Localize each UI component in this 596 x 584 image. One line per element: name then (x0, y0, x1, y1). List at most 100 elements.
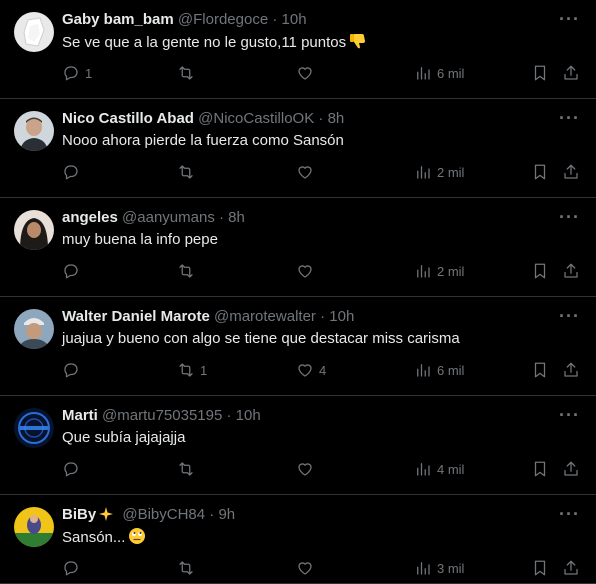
tweet[interactable]: Walter Daniel Marote @marotewalter · 10h… (0, 297, 596, 396)
share-icon (564, 560, 578, 575)
like-button[interactable]: 4 (296, 359, 326, 381)
tweet-time[interactable]: 10h (236, 407, 261, 424)
retweet-button[interactable] (177, 458, 200, 480)
separator-dot: · (226, 407, 232, 424)
views-count: 4 mil (437, 461, 465, 477)
like-button[interactable] (296, 62, 319, 84)
tweet-time[interactable]: 9h (218, 506, 235, 523)
tweet[interactable]: Gaby bam_bam @Flordegoce · 10h ··· Se ve… (0, 0, 596, 99)
bookmark-button[interactable] (531, 557, 549, 579)
tweet[interactable]: Nico Castillo Abad @NicoCastilloOK · 8h … (0, 99, 596, 198)
share-button[interactable] (562, 359, 580, 381)
share-button[interactable] (562, 161, 580, 183)
user-name[interactable]: Walter Daniel Marote (62, 308, 210, 325)
reply-button[interactable] (62, 161, 85, 183)
avatar[interactable] (14, 111, 54, 151)
share-button[interactable] (562, 557, 580, 579)
separator-dot: · (209, 506, 215, 523)
avatar[interactable] (14, 12, 54, 52)
tweet-text-content: Sansón... (62, 529, 126, 546)
more-icon[interactable]: ··· (559, 405, 580, 426)
bookmark-button[interactable] (531, 161, 549, 183)
share-button[interactable] (562, 260, 580, 282)
views-button[interactable]: 6 mil (414, 62, 464, 84)
user-name[interactable]: Marti (62, 407, 98, 424)
more-icon[interactable]: ··· (559, 9, 580, 30)
bookmark-button[interactable] (531, 62, 549, 84)
avatar[interactable] (14, 210, 54, 250)
retweet-button[interactable]: 1 (177, 359, 207, 381)
retweet-button[interactable] (177, 260, 200, 282)
share-icon (564, 461, 578, 476)
user-handle[interactable]: @martu75035195 (102, 407, 222, 424)
share-button[interactable] (562, 458, 580, 480)
user-name[interactable]: angeles (62, 209, 118, 226)
bookmark-button[interactable] (531, 359, 549, 381)
like-button[interactable] (296, 161, 319, 183)
reply-button[interactable] (62, 557, 85, 579)
user-name[interactable]: BiBy (62, 506, 96, 523)
reply-button[interactable]: 1 (62, 62, 92, 84)
bookmark-button[interactable] (531, 458, 549, 480)
tweet-time[interactable]: 8h (228, 209, 245, 226)
tweet-time[interactable]: 8h (328, 110, 345, 127)
retweet-icon (179, 66, 193, 80)
views-button[interactable]: 3 mil (414, 557, 464, 579)
user-handle[interactable]: @marotewalter (214, 308, 316, 325)
retweet-button[interactable] (177, 62, 200, 84)
retweet-button[interactable] (177, 557, 200, 579)
user-handle[interactable]: @Flordegoce (178, 11, 268, 28)
separator-dot: · (320, 308, 326, 325)
views-icon (417, 67, 430, 80)
share-button[interactable] (562, 62, 580, 84)
retweet-button[interactable] (177, 161, 200, 183)
user-handle[interactable]: @NicoCastilloOK (198, 110, 314, 127)
tweet-text: Sansón... (62, 527, 146, 551)
tweet-time[interactable]: 10h (282, 11, 307, 28)
tweet[interactable]: angeles @aanyumans · 8h ··· muy buena la… (0, 198, 596, 297)
tweet[interactable]: BiBy @BibyCH84 · 9h ··· Sansón... 3 mil (0, 495, 596, 584)
views-button[interactable]: 6 mil (414, 359, 464, 381)
views-icon (417, 364, 430, 377)
tweet-actions: 2 mil (0, 260, 596, 282)
tweet-time[interactable]: 10h (329, 308, 354, 325)
more-icon[interactable]: ··· (559, 504, 580, 525)
more-icon[interactable]: ··· (559, 306, 580, 327)
reply-button[interactable] (62, 458, 85, 480)
avatar[interactable] (14, 309, 54, 349)
views-button[interactable]: 2 mil (414, 161, 464, 183)
user-handle[interactable]: @BibyCH84 (122, 506, 205, 523)
tweet-header: Walter Daniel Marote @marotewalter · 10h (62, 308, 354, 326)
share-icon (564, 65, 578, 80)
bookmark-icon (534, 560, 546, 576)
like-count: 4 (319, 362, 327, 378)
avatar[interactable] (14, 408, 54, 448)
reply-button[interactable] (62, 359, 85, 381)
like-button[interactable] (296, 557, 319, 579)
separator-dot: · (318, 110, 324, 127)
more-icon[interactable]: ··· (559, 207, 580, 228)
bookmark-button[interactable] (531, 260, 549, 282)
user-handle[interactable]: @aanyumans (122, 209, 215, 226)
separator-dot: · (272, 11, 278, 28)
tweet-actions: 1 6 mil (0, 62, 596, 84)
user-name[interactable]: Nico Castillo Abad (62, 110, 194, 127)
like-button[interactable] (296, 260, 319, 282)
tweet-text: Se ve que a la gente no le gusto,11 punt… (62, 32, 367, 56)
like-button[interactable] (296, 458, 319, 480)
avatar[interactable] (14, 507, 54, 547)
retweet-icon (179, 264, 193, 278)
more-icon[interactable]: ··· (559, 108, 580, 129)
views-button[interactable]: 2 mil (414, 260, 464, 282)
tweet[interactable]: Marti @martu75035195 · 10h ··· Que subía… (0, 396, 596, 495)
user-name[interactable]: Gaby bam_bam (62, 11, 174, 28)
views-button[interactable]: 4 mil (414, 458, 464, 480)
retweet-icon (179, 363, 193, 377)
tweet-text: juajua y bueno con algo se tiene que des… (62, 330, 460, 347)
reply-button[interactable] (62, 260, 85, 282)
tweet-header: Nico Castillo Abad @NicoCastilloOK · 8h (62, 110, 344, 128)
reply-icon (64, 561, 78, 576)
like-icon (298, 562, 312, 575)
thumbs-down-emoji-icon (349, 32, 367, 56)
bookmark-icon (534, 263, 546, 279)
